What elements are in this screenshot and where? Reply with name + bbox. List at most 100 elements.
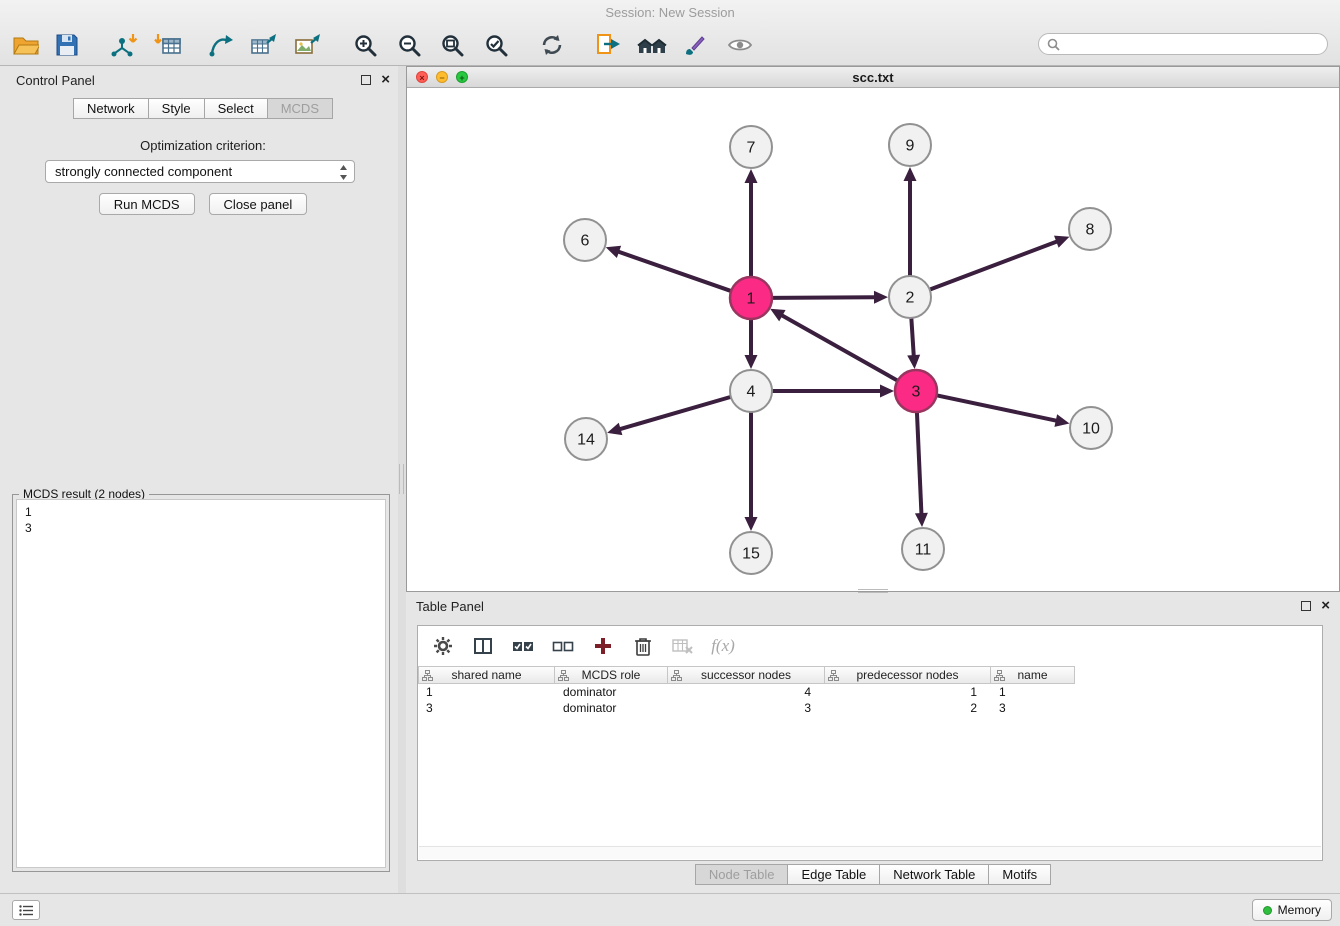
column-header-shared-name[interactable]: shared name bbox=[418, 666, 555, 684]
table-cell[interactable]: 4 bbox=[668, 684, 825, 700]
select-all-columns-button[interactable] bbox=[510, 633, 536, 659]
table-cell[interactable]: 1 bbox=[991, 684, 1075, 700]
share-network-button[interactable] bbox=[590, 28, 626, 62]
edge-arrowhead-icon bbox=[904, 167, 917, 181]
table-row[interactable]: 1dominator411 bbox=[418, 684, 1322, 700]
zoom-out-button[interactable] bbox=[391, 28, 427, 62]
graph-edge-1-4[interactable] bbox=[745, 319, 758, 369]
column-header-mcds-role[interactable]: MCDS role bbox=[555, 666, 668, 684]
graph-node-6[interactable]: 6 bbox=[564, 219, 606, 261]
node-label: 3 bbox=[912, 384, 921, 401]
memory-button[interactable]: Memory bbox=[1252, 899, 1332, 921]
graph-node-4[interactable]: 4 bbox=[730, 370, 772, 412]
mcds-result-list[interactable]: 13 bbox=[16, 499, 386, 868]
zoom-fit-button[interactable] bbox=[434, 28, 470, 62]
graph-edge-3-1[interactable] bbox=[770, 309, 898, 381]
tab-network[interactable]: Network bbox=[73, 98, 149, 119]
delete-column-button[interactable] bbox=[630, 633, 656, 659]
zoom-selected-button[interactable] bbox=[478, 28, 514, 62]
graph-edge-1-6[interactable] bbox=[606, 246, 731, 291]
graph-edge-4-15[interactable] bbox=[745, 412, 758, 531]
table-row[interactable]: 3dominator323 bbox=[418, 700, 1322, 716]
table-cell[interactable]: 2 bbox=[825, 700, 991, 716]
column-header-name[interactable]: name bbox=[991, 666, 1075, 684]
graph-node-7[interactable]: 7 bbox=[730, 126, 772, 168]
close-panel-icon[interactable]: × bbox=[381, 75, 390, 85]
table-cell[interactable]: 1 bbox=[418, 684, 555, 700]
tab-style[interactable]: Style bbox=[148, 98, 205, 119]
sort-hierarchy-icon bbox=[558, 670, 569, 684]
run-mcds-button[interactable]: Run MCDS bbox=[99, 193, 195, 215]
criterion-dropdown[interactable]: strongly connected component bbox=[45, 160, 355, 183]
graph-edge-3-11[interactable] bbox=[915, 412, 928, 527]
import-network-button[interactable] bbox=[106, 28, 142, 62]
float-table-panel-icon[interactable] bbox=[1301, 601, 1311, 611]
graph-edge-4-14[interactable] bbox=[607, 397, 731, 435]
float-panel-icon[interactable] bbox=[361, 75, 371, 85]
graph-node-15[interactable]: 15 bbox=[730, 532, 772, 574]
apply-style-button[interactable] bbox=[677, 28, 713, 62]
table-cell[interactable]: 3 bbox=[668, 700, 825, 716]
refresh-button[interactable] bbox=[534, 28, 570, 62]
tab-motifs[interactable]: Motifs bbox=[988, 864, 1051, 885]
graph-node-14[interactable]: 14 bbox=[565, 418, 607, 460]
export-network-button[interactable] bbox=[203, 28, 239, 62]
column-header-successor-nodes[interactable]: successor nodes bbox=[668, 666, 825, 684]
search-input[interactable] bbox=[1065, 37, 1319, 52]
graph-edge-3-10[interactable] bbox=[937, 395, 1070, 427]
graph-edge-4-3[interactable] bbox=[772, 385, 894, 398]
graph-edge-2-8[interactable] bbox=[930, 236, 1070, 290]
graph-edge-1-7[interactable] bbox=[745, 169, 758, 277]
save-session-button[interactable] bbox=[49, 28, 85, 62]
close-panel-button[interactable]: Close panel bbox=[209, 193, 308, 215]
open-session-button[interactable] bbox=[8, 28, 44, 62]
close-window-button[interactable]: × bbox=[416, 71, 428, 83]
node-label: 1 bbox=[747, 291, 756, 308]
table-settings-button[interactable] bbox=[430, 633, 456, 659]
edge-arrowhead-icon bbox=[874, 291, 888, 304]
graph-node-3[interactable]: 3 bbox=[895, 370, 937, 412]
graph-node-1[interactable]: 1 bbox=[730, 277, 772, 319]
graph-edge-1-2[interactable] bbox=[772, 291, 888, 304]
first-neighbors-button[interactable] bbox=[634, 28, 670, 62]
minimize-window-button[interactable]: − bbox=[436, 71, 448, 83]
column-header-predecessor-nodes[interactable]: predecessor nodes bbox=[825, 666, 991, 684]
tab-mcds[interactable]: MCDS bbox=[267, 98, 333, 119]
tab-edge-table[interactable]: Edge Table bbox=[787, 864, 880, 885]
close-table-panel-icon[interactable]: × bbox=[1321, 601, 1330, 611]
tab-node-table[interactable]: Node Table bbox=[695, 864, 789, 885]
table-cell[interactable]: 3 bbox=[418, 700, 555, 716]
show-hide-button[interactable] bbox=[722, 28, 758, 62]
graph-edge-2-9[interactable] bbox=[904, 167, 917, 276]
edge-arrowhead-icon bbox=[1054, 236, 1069, 248]
export-image-button[interactable] bbox=[290, 28, 326, 62]
add-column-button[interactable] bbox=[590, 633, 616, 659]
table-cell[interactable]: 1 bbox=[825, 684, 991, 700]
graph-node-11[interactable]: 11 bbox=[902, 528, 944, 570]
vertical-splitter[interactable] bbox=[398, 66, 406, 893]
graph-node-2[interactable]: 2 bbox=[889, 276, 931, 318]
graph-node-8[interactable]: 8 bbox=[1069, 208, 1111, 250]
table-cell[interactable]: dominator bbox=[555, 700, 668, 716]
table-cell[interactable]: 3 bbox=[991, 700, 1075, 716]
edge-arrowhead-icon bbox=[880, 385, 894, 398]
search-box[interactable] bbox=[1038, 33, 1328, 55]
graph-node-9[interactable]: 9 bbox=[889, 124, 931, 166]
graph-edge-2-3[interactable] bbox=[907, 318, 920, 369]
graph-node-10[interactable]: 10 bbox=[1070, 407, 1112, 449]
delete-table-button[interactable] bbox=[670, 633, 696, 659]
export-table-button[interactable] bbox=[246, 28, 282, 62]
tab-network-table[interactable]: Network Table bbox=[879, 864, 989, 885]
show-columns-button[interactable] bbox=[470, 633, 496, 659]
table-horizontal-scrollbar[interactable] bbox=[419, 846, 1321, 859]
network-graph-canvas[interactable]: 7 9 6 8 1 2 4 3 14 10 15 11 bbox=[407, 88, 1339, 591]
table-cell[interactable]: dominator bbox=[555, 684, 668, 700]
zoom-in-button[interactable] bbox=[347, 28, 383, 62]
task-history-button[interactable] bbox=[12, 900, 40, 920]
import-table-button[interactable] bbox=[150, 28, 186, 62]
column-header-label: MCDS role bbox=[582, 668, 641, 682]
maximize-window-button[interactable]: + bbox=[456, 71, 468, 83]
tab-select[interactable]: Select bbox=[204, 98, 268, 119]
deselect-all-columns-button[interactable] bbox=[550, 633, 576, 659]
function-builder-button[interactable]: f(x) bbox=[710, 633, 736, 659]
